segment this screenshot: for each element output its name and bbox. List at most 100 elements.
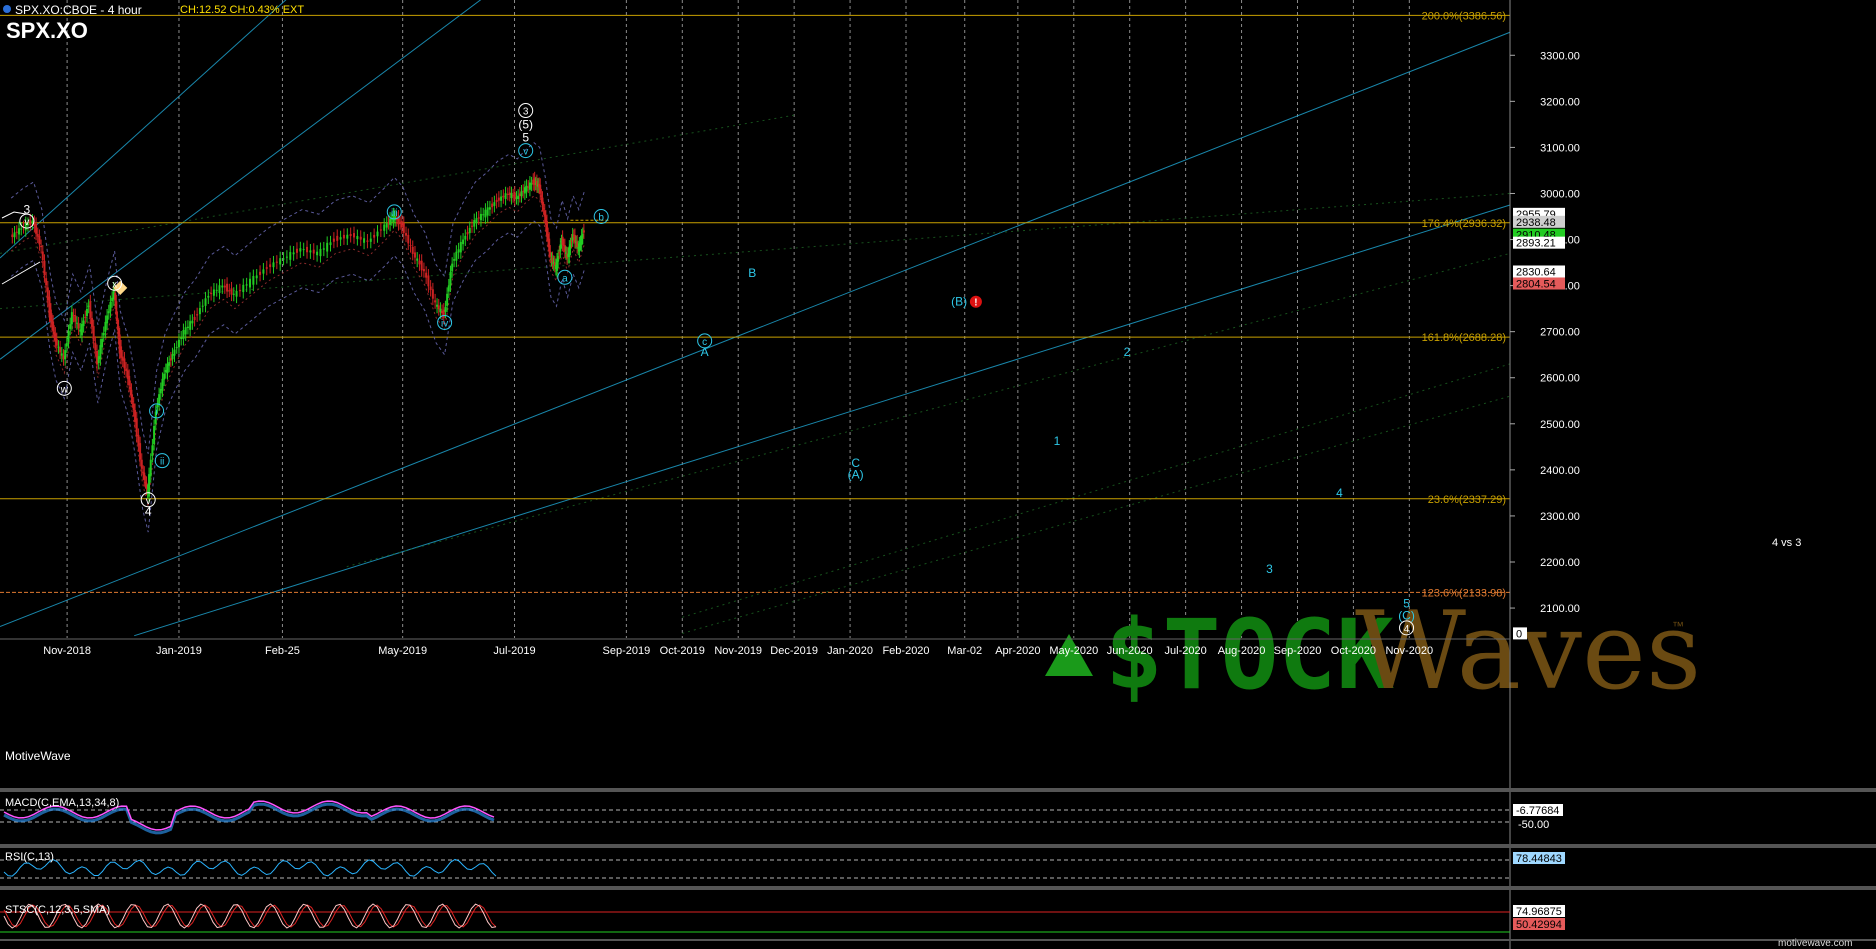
wave-label: (B) — [951, 295, 967, 309]
candle-body — [223, 285, 226, 288]
candle-body — [482, 214, 485, 216]
candle-body — [189, 321, 192, 330]
candle-body — [385, 222, 388, 228]
candle-body — [517, 195, 520, 200]
candle-body — [15, 231, 18, 233]
candle-body — [65, 343, 68, 347]
candle-body — [64, 350, 67, 360]
x-tick-label: Oct-2020 — [1331, 645, 1376, 657]
candle-body — [418, 260, 421, 265]
x-tick-label: Jul-2020 — [1165, 645, 1207, 657]
candle-body — [413, 252, 416, 258]
wave-label: i — [155, 407, 157, 418]
wave-label: iii — [391, 208, 398, 219]
x-tick-label: Jun-2020 — [1107, 645, 1153, 657]
fib-level-label: 123.6%(2133.98) — [1422, 587, 1506, 599]
wave-label: v — [523, 147, 528, 158]
y-tick-label: 2100.00 — [1540, 603, 1580, 615]
chart-background — [0, 0, 1876, 949]
candle-body — [506, 193, 509, 195]
candle-body — [339, 237, 342, 240]
candle-body — [473, 220, 476, 227]
stoch-label: STSC(C,12,3,5,SMA) — [5, 904, 110, 916]
wave-label: b — [598, 213, 604, 224]
candle-body — [379, 229, 382, 231]
candle-body — [356, 236, 359, 240]
candle-body — [207, 295, 210, 298]
candle-body — [451, 263, 454, 272]
candle-body — [299, 248, 302, 252]
candle-body — [275, 261, 278, 263]
candle-body — [184, 327, 187, 335]
candle-body — [151, 445, 154, 457]
candle-body — [279, 258, 282, 265]
y-tick-label: 3200.00 — [1540, 96, 1580, 108]
panel-divider — [0, 844, 1876, 848]
candle-body — [90, 317, 93, 327]
candle-body — [295, 248, 298, 253]
wave-label: v — [24, 217, 29, 228]
candle-body — [383, 224, 386, 231]
fib-level-label: 161.8%(2688.28) — [1422, 332, 1506, 344]
candle-body — [319, 248, 322, 257]
candle-body — [502, 195, 505, 198]
candle-body — [120, 346, 123, 358]
candle-body — [82, 320, 85, 327]
y-tick-label: 2300.00 — [1540, 511, 1580, 523]
candle-body — [302, 249, 305, 251]
candle-body — [400, 221, 403, 228]
wave-label: 1 — [1054, 434, 1061, 448]
candle-body — [309, 250, 312, 253]
candle-body — [504, 193, 507, 200]
candle-body — [35, 223, 38, 234]
candle-body — [77, 323, 80, 329]
candle-body — [204, 298, 207, 306]
x-tick-label: Nov-2019 — [714, 645, 762, 657]
rsi-value: 78.44843 — [1516, 853, 1562, 865]
wave-label: a — [562, 273, 568, 284]
candle-body — [173, 349, 176, 356]
panel-divider — [0, 939, 1876, 941]
x-tick-label: Aug-2020 — [1218, 645, 1266, 657]
y-tick-label: 3100.00 — [1540, 142, 1580, 154]
scenario-note: 4 vs 3 — [1772, 537, 1801, 549]
candle-body — [198, 308, 201, 315]
candle-body — [493, 202, 496, 206]
candle-body — [353, 233, 356, 238]
macd-tick: -50.00 — [1518, 819, 1549, 831]
candle-body — [161, 378, 164, 391]
symbol-line: SPX.XO:CBOE - 4 hour — [15, 3, 142, 17]
candle-body — [425, 272, 428, 278]
candle-body — [475, 218, 478, 223]
candle-body — [193, 316, 196, 321]
candle-body — [235, 290, 238, 297]
candle-body — [431, 289, 434, 299]
candle-body — [171, 354, 174, 360]
y-tick-label: 2400.00 — [1540, 465, 1580, 477]
candle-body — [312, 249, 315, 254]
panel-divider — [0, 788, 1876, 792]
candle-body — [201, 305, 204, 307]
candle-body — [332, 238, 335, 242]
candle-body — [248, 278, 251, 288]
price-tag-label: 0 — [1516, 628, 1522, 640]
candle-body — [94, 342, 97, 351]
x-tick-label: Feb-2020 — [882, 645, 929, 657]
wave-label: (C) — [1398, 608, 1415, 622]
candle-body — [500, 196, 503, 201]
candle-body — [153, 426, 156, 445]
wave-label: 3 — [523, 107, 529, 118]
candle-body — [407, 234, 410, 244]
candle-body — [182, 330, 185, 340]
y-tick-label: 2500.00 — [1540, 419, 1580, 431]
candle-body — [429, 286, 432, 291]
fib-level-label: 176.4%(2936.32) — [1422, 218, 1506, 230]
candle-body — [175, 347, 178, 349]
x-tick-label: Nov-2018 — [43, 645, 91, 657]
candle-body — [495, 199, 498, 203]
candle-body — [196, 314, 199, 316]
x-tick-label: May-2019 — [378, 645, 427, 657]
candle-body — [85, 309, 88, 317]
candle-body — [139, 443, 142, 460]
wave-label: B — [748, 266, 756, 280]
